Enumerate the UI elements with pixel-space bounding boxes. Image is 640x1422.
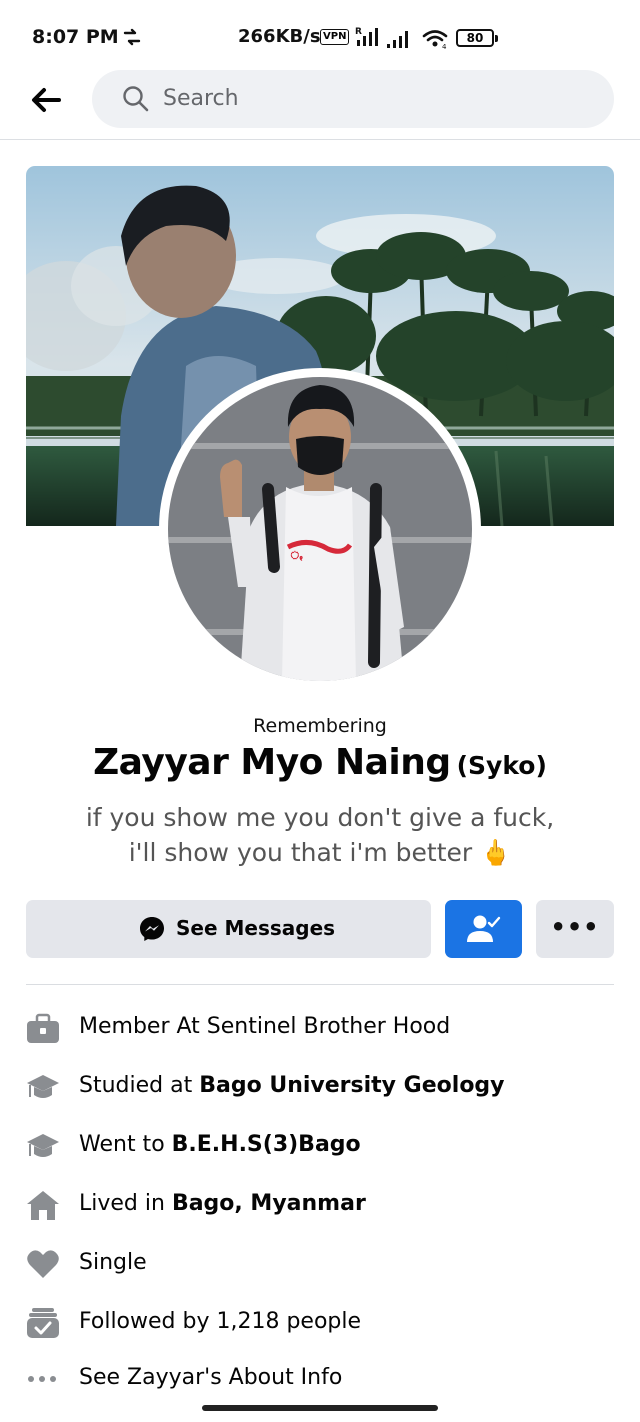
more-dots-icon <box>28 1376 56 1382</box>
svg-text:4: 4 <box>442 43 447 50</box>
profile-picture[interactable]: ꩻ <box>168 377 472 681</box>
briefcase-icon <box>27 1013 59 1043</box>
info-about-text: See Zayyar's About Info <box>79 1365 343 1390</box>
info-lived-text: Lived in Bago, Myanmar <box>79 1191 366 1216</box>
link-icon <box>123 28 141 46</box>
network-speed: 266KB/s <box>238 26 321 47</box>
memorialized-label: Remembering <box>253 715 387 737</box>
bio-line-1: if you show me you don't give a fuck, <box>85 803 555 832</box>
top-nav: Search <box>0 70 640 140</box>
search-placeholder: Search <box>163 86 239 111</box>
signal-icon: R <box>355 27 378 46</box>
bio-line-2: i'll show you that i'm better 🖕 <box>128 838 512 867</box>
info-followers[interactable]: Followed by 1,218 people <box>0 1301 640 1345</box>
info-school-text: Went to B.E.H.S(3)Bago <box>79 1132 361 1157</box>
svg-text:R: R <box>355 27 362 37</box>
section-divider <box>26 984 614 985</box>
see-about-info[interactable]: See Zayyar's About Info <box>0 1357 640 1401</box>
info-lived: Lived in Bago, Myanmar <box>0 1183 640 1227</box>
info-relationship-text: Single <box>79 1250 147 1275</box>
info-relationship: Single <box>0 1242 640 1286</box>
followers-icon <box>27 1308 59 1338</box>
info-college-text: Studied at Bago University Geology <box>79 1073 505 1098</box>
info-followers-text: Followed by 1,218 people <box>79 1309 362 1334</box>
vpn-badge: VPN <box>320 29 350 45</box>
profile-name-line: Zayyar Myo Naing (Syko) <box>0 742 640 783</box>
status-time: 8:07 PM <box>32 26 119 48</box>
profile-bio: if you show me you don't give a fuck, i'… <box>40 800 600 870</box>
battery-indicator: 80 <box>456 29 498 47</box>
info-work-text: Member At Sentinel Brother Hood <box>79 1014 451 1039</box>
heart-icon <box>27 1250 59 1278</box>
graduation-cap-icon <box>27 1075 59 1098</box>
profile-name: Zayyar Myo Naing <box>93 742 451 783</box>
home-indicator[interactable] <box>202 1405 438 1411</box>
back-arrow-icon[interactable] <box>30 86 62 114</box>
profile-nickname: (Syko) <box>456 751 547 780</box>
search-icon <box>123 86 149 112</box>
graduation-cap-icon <box>27 1134 59 1157</box>
status-bar: 8:07 PM 266KB/s VPN R 4 80 <box>0 0 640 74</box>
info-college: Studied at Bago University Geology <box>0 1065 640 1109</box>
messenger-icon <box>140 917 164 941</box>
signal-icon-2 <box>387 31 408 48</box>
info-work: Member At Sentinel Brother Hood <box>0 1006 640 1050</box>
see-messages-label: See Messages <box>176 916 336 940</box>
see-messages-button[interactable]: See Messages <box>26 900 431 958</box>
friends-button[interactable] <box>445 900 522 958</box>
search-bar[interactable]: Search <box>92 70 614 128</box>
home-icon <box>27 1191 59 1220</box>
info-school: Went to B.E.H.S(3)Bago <box>0 1124 640 1168</box>
wifi-icon: 4 <box>422 30 448 50</box>
friend-check-icon <box>467 915 501 942</box>
more-options-button[interactable]: ••• <box>536 900 614 958</box>
